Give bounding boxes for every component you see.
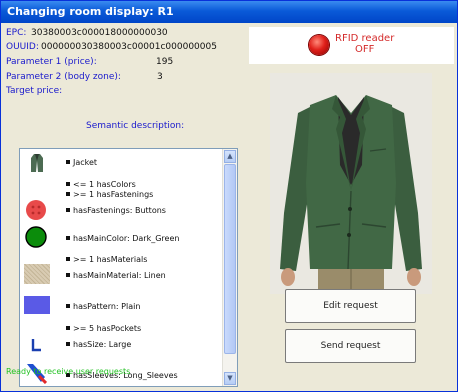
send-request-button[interactable]: Send request — [285, 329, 416, 363]
semantic-description-title: Semantic description: — [86, 121, 185, 131]
epc-field: EPC: 30380003c000018000000030 — [6, 28, 168, 38]
ouuid-label: OUUID: — [6, 42, 39, 52]
epc-value: 30380003c000018000000030 — [31, 28, 168, 38]
semantic-item: >= 1 hasFastenings — [66, 190, 153, 199]
linen-texture-icon — [24, 264, 50, 284]
param1-label: Parameter 1 (price): — [6, 57, 97, 67]
param2-field: Parameter 2 (body zone): 3 — [6, 72, 163, 82]
plain-pattern-icon — [24, 296, 50, 314]
ouuid-field: OUUID: 000000030380003c00001c000000005 — [6, 42, 217, 52]
app-window: Changing room display: R1 EPC: 30380003c… — [0, 0, 458, 392]
edit-request-button[interactable]: Edit request — [285, 289, 416, 323]
semantic-item: Jacket — [66, 158, 97, 167]
semantic-item: hasSize: Large — [66, 340, 131, 349]
size-large-icon — [31, 339, 41, 352]
scroll-up-icon[interactable]: ▲ — [224, 150, 236, 163]
rfid-indicator: RFID reader OFF — [249, 27, 454, 64]
jacket-icon — [31, 154, 43, 172]
epc-label: EPC: — [6, 28, 27, 38]
semantic-list[interactable]: Jacket <= 1 hasColors >= 1 hasFastenings… — [19, 148, 238, 387]
title-bar: Changing room display: R1 — [1, 1, 457, 23]
product-photo — [270, 73, 432, 294]
semantic-item: >= 5 hasPockets — [66, 324, 141, 333]
semantic-item: hasMainColor: Dark_Green — [66, 234, 179, 243]
target-price-label: Target price: — [6, 86, 63, 96]
vertical-scrollbar[interactable]: ▲ ▼ — [222, 149, 237, 386]
rfid-state: OFF — [354, 44, 375, 55]
param1-field: Parameter 1 (price): 195 — [6, 57, 173, 67]
scroll-thumb[interactable] — [224, 164, 236, 354]
semantic-item: hasPattern: Plain — [66, 302, 140, 311]
rfid-status: RFID reader OFF — [335, 33, 394, 55]
semantic-item: <= 1 hasColors — [66, 180, 136, 189]
param1-value: 195 — [156, 57, 174, 67]
param2-label: Parameter 2 (body zone): — [6, 72, 121, 82]
ouuid-value: 000000030380003c00001c000000005 — [41, 42, 217, 52]
status-text: Ready to receive user requests — [6, 367, 131, 376]
param2-value: 3 — [157, 72, 163, 82]
semantic-item: hasMainMaterial: Linen — [66, 271, 166, 280]
client-area: EPC: 30380003c000018000000030 OUUID: 000… — [4, 23, 454, 388]
dark-green-color-icon — [25, 226, 47, 248]
semantic-item: >= 1 hasMaterials — [66, 255, 147, 264]
semantic-item: hasFastenings: Buttons — [66, 206, 166, 215]
scroll-down-icon[interactable]: ▼ — [224, 372, 236, 385]
rfid-led-icon — [309, 35, 329, 55]
jacket-photo-image — [280, 95, 422, 294]
buttons-icon — [26, 200, 46, 220]
rfid-label: RFID reader — [335, 33, 395, 44]
